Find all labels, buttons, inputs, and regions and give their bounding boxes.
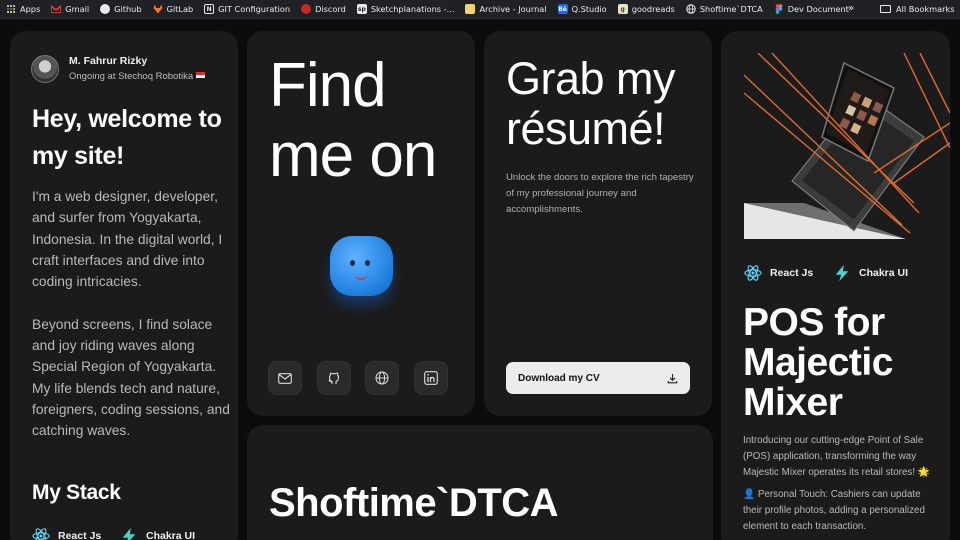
bookmark-q-studio[interactable]: Bē Q.Studio	[557, 4, 607, 14]
profile-status-text: Ongoing at Stechoq Robotika	[69, 71, 194, 82]
project-description: Introducing our cutting-edge Point of Sa…	[743, 435, 930, 478]
bookmark-label: goodreads	[631, 4, 675, 14]
bookmark-dev-document[interactable]: Dev Document	[774, 4, 849, 14]
avatar	[31, 55, 59, 83]
stack-item-label: React Js	[58, 530, 102, 540]
mail-icon	[278, 372, 292, 384]
bookmark-goodreads[interactable]: g goodreads	[617, 4, 675, 14]
email-link-button[interactable]	[268, 361, 302, 395]
bookmark-apps[interactable]: Apps	[6, 4, 40, 14]
stack-title: My Stack	[32, 481, 121, 504]
all-bookmarks-button[interactable]: All Bookmarks	[880, 4, 955, 14]
apps-grid-icon	[6, 4, 16, 14]
bookmark-label: Archive - Journal	[479, 4, 547, 14]
bookmark-gitlab[interactable]: GitLab	[153, 4, 194, 14]
bookmark-label: Apps	[20, 4, 41, 14]
stack-item-chakra: Chakra UI	[120, 527, 195, 540]
sketchplanations-icon: sp	[356, 4, 367, 14]
stack-item-react: React Js	[32, 527, 101, 540]
profile-card: M. Fahrur Rizky Ongoing at Stechoq Robot…	[10, 31, 238, 540]
download-cv-button[interactable]: Download my CV	[506, 362, 690, 394]
shoftime-title: Shoftime`DTCA	[269, 481, 559, 525]
welcome-heading: Hey, welcome to my site!	[32, 105, 222, 170]
linkedin-link-button[interactable]	[414, 361, 448, 395]
bio: I'm a web designer, developer, and surfe…	[32, 186, 232, 442]
bookmark-git-configuration[interactable]: N GIT Configuration	[204, 4, 290, 14]
react-icon	[744, 265, 762, 281]
chakra-icon	[835, 264, 849, 282]
profile-name: M. Fahrur Rizky	[69, 55, 148, 67]
blue-mascot-image	[330, 236, 393, 296]
download-cv-label: Download my CV	[518, 372, 600, 384]
bookmark-discord[interactable]: Discord	[301, 4, 346, 14]
gmail-icon	[51, 4, 62, 14]
website-link-button[interactable]	[365, 361, 399, 395]
archive-icon	[465, 4, 476, 14]
project-feature: 👤 Personal Touch: Cashiers can update th…	[743, 489, 925, 532]
project-stack-react: React Js	[744, 264, 813, 282]
all-bookmarks-label: All Bookmarks	[896, 4, 955, 14]
find-me-card: Find me on	[247, 31, 475, 416]
chakra-icon	[122, 527, 136, 540]
bookmark-archive-journal[interactable]: Archive - Journal	[465, 4, 547, 14]
figma-icon	[774, 4, 784, 14]
more-bookmarks-button[interactable]: »	[848, 3, 854, 14]
bookmark-gmail[interactable]: Gmail	[51, 4, 89, 14]
project-stack-chakra: Chakra UI	[833, 264, 908, 282]
stack-item-label: Chakra UI	[146, 530, 196, 540]
project-stack-label: React Js	[770, 267, 814, 279]
bookmark-label: Shoftime`DTCA	[699, 4, 763, 14]
bookmark-label: Github	[114, 4, 142, 14]
bookmark-label: Gmail	[65, 4, 90, 14]
behance-icon: Bē	[557, 4, 568, 14]
laptop-project-image	[744, 53, 950, 239]
indonesia-flag-icon	[196, 72, 206, 78]
github-link-button[interactable]	[317, 361, 351, 395]
folder-icon	[880, 5, 891, 13]
find-me-heading: Find me on	[269, 51, 437, 190]
download-icon	[667, 373, 678, 383]
bookmark-label: GIT Configuration	[218, 4, 291, 14]
globe-icon	[686, 4, 696, 14]
bookmark-label: Q.Studio	[571, 4, 607, 14]
bookmark-label: Dev Document	[787, 4, 849, 14]
goodreads-icon: g	[617, 4, 628, 14]
project-card: React Js Chakra UI POS for Majectic Mixe…	[721, 31, 950, 540]
bookmark-label: Discord	[315, 4, 346, 14]
bookmarks-bar: Apps Gmail Github GitLab N GIT Configura…	[0, 0, 960, 19]
gitlab-icon	[153, 4, 163, 14]
resume-description: Unlock the doors to explore the rich tap…	[506, 172, 694, 215]
bookmark-label: GitLab	[166, 4, 194, 14]
bookmark-label: Sketchplanations -...	[370, 4, 455, 14]
globe-icon	[375, 371, 389, 385]
react-icon	[32, 528, 50, 540]
notion-icon: N	[204, 4, 215, 14]
bio-paragraph-2: Beyond screens, I find solace and joy ri…	[32, 316, 230, 439]
github-icon	[328, 372, 340, 384]
shoftime-card: Shoftime`DTCA	[247, 425, 713, 540]
bookmark-github[interactable]: Github	[100, 4, 142, 14]
resume-heading: Grab my résumé!	[506, 53, 676, 154]
github-icon	[100, 4, 111, 14]
project-title: POS for Majectic Mixer	[743, 301, 893, 424]
bookmark-sketchplanations[interactable]: sp Sketchplanations -...	[356, 4, 455, 14]
linkedin-icon	[424, 371, 438, 385]
project-stack-label: Chakra UI	[859, 267, 909, 279]
bio-paragraph-1: I'm a web designer, developer, and surfe…	[32, 189, 223, 290]
resume-card: Grab my résumé! Unlock the doors to expl…	[484, 31, 712, 416]
discord-icon	[301, 4, 312, 14]
profile-status: Ongoing at Stechoq Robotika	[69, 71, 206, 82]
bookmark-shoftime[interactable]: Shoftime`DTCA	[686, 4, 763, 14]
